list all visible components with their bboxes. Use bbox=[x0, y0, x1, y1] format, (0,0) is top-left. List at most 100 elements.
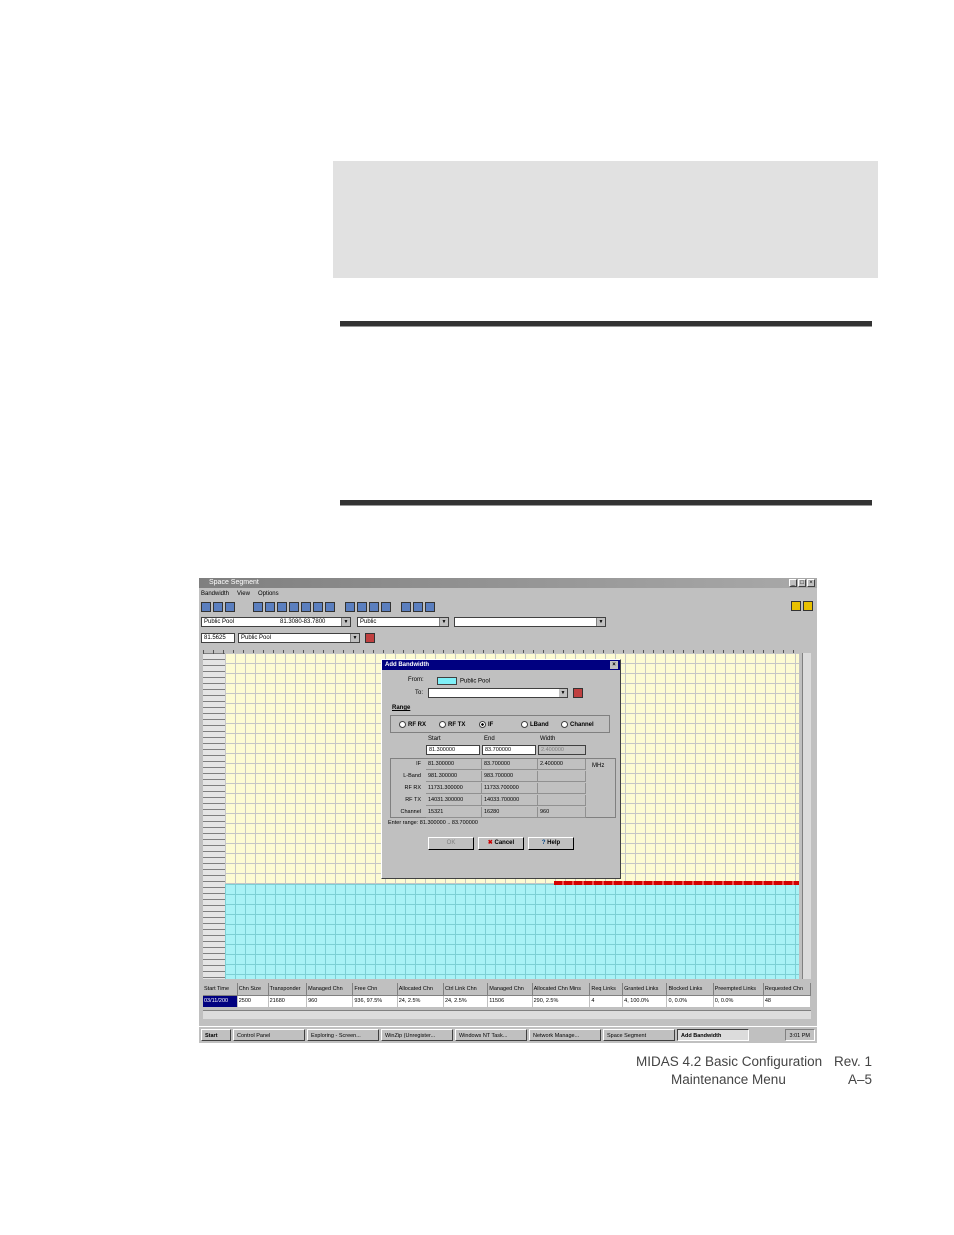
range-group-label: Range bbox=[392, 705, 411, 711]
pool-select-2-value: Public Pool bbox=[241, 635, 272, 641]
menu-bandwidth[interactable]: Bandwidth bbox=[201, 589, 229, 599]
pool-select[interactable]: Public Pool 81.3080-83.7800 ▼ bbox=[201, 617, 351, 627]
close-icon[interactable]: × bbox=[807, 579, 815, 587]
table-cell: 290, 2.5% bbox=[533, 996, 591, 1007]
chevron-down-icon[interactable]: ▼ bbox=[559, 689, 567, 697]
radio-lband[interactable]: LBand bbox=[521, 721, 549, 728]
column-header[interactable]: Allocated Chn Mins bbox=[533, 983, 591, 995]
toolbar bbox=[201, 600, 435, 614]
table-cell: 24, 2.5% bbox=[444, 996, 489, 1007]
frequency-field[interactable]: 81.5625 bbox=[201, 633, 235, 643]
footer-page-number: A–5 bbox=[848, 1072, 873, 1087]
column-header[interactable]: Start Time bbox=[203, 983, 238, 995]
range-cell-start: 14031.300000 bbox=[426, 795, 482, 806]
table-row[interactable]: 03/11/200 2500 21680 960 936, 97.5% 24, 2.5% 2… bbox=[203, 996, 812, 1007]
end-input[interactable]: 83.700000 bbox=[482, 745, 536, 755]
cancel-x-icon: ✖ bbox=[487, 840, 493, 846]
filter-select[interactable]: ▼ bbox=[454, 617, 606, 627]
toolbar-button[interactable] bbox=[425, 602, 435, 612]
toolbar-button[interactable] bbox=[413, 602, 423, 612]
column-header[interactable]: Free Chn bbox=[353, 983, 398, 995]
globe-icon[interactable] bbox=[225, 602, 235, 612]
toolbar-button[interactable] bbox=[401, 602, 411, 612]
network-select[interactable]: Public ▼ bbox=[357, 617, 449, 627]
toolbar-button[interactable] bbox=[277, 602, 287, 612]
divider-bottom bbox=[340, 500, 872, 506]
column-header[interactable]: Req Links bbox=[590, 983, 624, 995]
taskbar-item[interactable]: Control Panel bbox=[233, 1029, 305, 1041]
help-icon[interactable] bbox=[803, 601, 813, 611]
column-header[interactable]: Granted Links bbox=[623, 983, 668, 995]
toolbar-button[interactable] bbox=[345, 602, 355, 612]
column-header[interactable]: Managed Chn bbox=[307, 983, 354, 995]
column-header[interactable]: Preempted Links bbox=[714, 983, 764, 995]
radio-dot bbox=[561, 721, 568, 728]
column-header[interactable]: Managed Chn bbox=[488, 983, 533, 995]
allocated-area bbox=[225, 884, 799, 979]
zoom-in-icon[interactable] bbox=[201, 602, 211, 612]
taskbar-item[interactable]: Space Segment bbox=[603, 1029, 675, 1041]
toolbar-button[interactable] bbox=[301, 602, 311, 612]
ok-button[interactable]: OK bbox=[428, 837, 474, 850]
select-icon[interactable] bbox=[573, 688, 583, 698]
start-button[interactable]: Start bbox=[201, 1029, 231, 1041]
toolbar-button[interactable] bbox=[265, 602, 275, 612]
chevron-down-icon[interactable]: ▼ bbox=[439, 618, 448, 626]
chevron-down-icon[interactable]: ▼ bbox=[350, 634, 359, 642]
toolbar-button[interactable] bbox=[313, 602, 323, 612]
toolbar-button[interactable] bbox=[369, 602, 379, 612]
help-button[interactable]: ? Help bbox=[528, 837, 574, 850]
chevron-down-icon[interactable]: ▼ bbox=[341, 618, 350, 626]
pool-select-2[interactable]: Public Pool ▼ bbox=[238, 633, 360, 643]
chevron-down-icon[interactable]: ▼ bbox=[596, 618, 605, 626]
pool-select-value: Public Pool bbox=[204, 619, 235, 625]
taskbar-item[interactable]: Windows NT Task... bbox=[455, 1029, 527, 1041]
pool-color-swatch bbox=[437, 677, 457, 685]
minimize-icon[interactable]: _ bbox=[789, 579, 797, 587]
menubar: Bandwidth View Options bbox=[201, 589, 279, 599]
radio-rf-tx[interactable]: RF TX bbox=[439, 721, 465, 728]
range-cell-width bbox=[538, 771, 586, 782]
column-header[interactable]: Allocated Chn bbox=[398, 983, 444, 995]
table-cell: 2500 bbox=[238, 996, 269, 1007]
taskbar-item[interactable]: Network Manage... bbox=[529, 1029, 601, 1041]
radio-channel[interactable]: Channel bbox=[561, 721, 594, 728]
screenshot-figure: Space Segment _ □ × Bandwidth View Optio… bbox=[199, 578, 817, 1043]
column-header[interactable]: Chn Size bbox=[238, 983, 269, 995]
start-input[interactable]: 81.300000 bbox=[426, 745, 480, 755]
toolbar-button[interactable] bbox=[381, 602, 391, 612]
close-icon[interactable]: × bbox=[610, 661, 618, 669]
table-cell: 4, 100.0% bbox=[623, 996, 668, 1007]
range-cell-end: 983.700000 bbox=[482, 771, 538, 782]
radio-dot bbox=[479, 721, 486, 728]
column-header[interactable]: Requested Chn bbox=[764, 983, 812, 995]
column-header[interactable]: Ctrl Link Chn bbox=[444, 983, 489, 995]
table-cell: 48 bbox=[764, 996, 812, 1007]
radio-rf-rx[interactable]: RF RX bbox=[399, 721, 426, 728]
taskbar-item[interactable]: WinZip (Unregister... bbox=[381, 1029, 453, 1041]
taskbar-item[interactable]: Add Bandwidth bbox=[677, 1029, 749, 1041]
range-cell-width: 2.400000 bbox=[538, 759, 586, 770]
apply-icon[interactable] bbox=[365, 633, 375, 643]
menu-options[interactable]: Options bbox=[258, 589, 279, 599]
start-label: Start bbox=[428, 736, 441, 742]
from-value: Public Pool bbox=[437, 677, 490, 685]
maximize-icon[interactable]: □ bbox=[798, 579, 806, 587]
toolbar-button[interactable] bbox=[253, 602, 263, 612]
toolbar-button[interactable] bbox=[289, 602, 299, 612]
column-header[interactable]: Blocked Links bbox=[667, 983, 714, 995]
radio-if[interactable]: IF bbox=[479, 721, 493, 728]
range-cell-end: 14033.700000 bbox=[482, 795, 538, 806]
menu-view[interactable]: View bbox=[237, 589, 250, 599]
column-header[interactable]: Transponder bbox=[269, 983, 308, 995]
cancel-button[interactable]: ✖ Cancel bbox=[478, 837, 524, 850]
horizontal-scrollbar[interactable] bbox=[203, 1010, 811, 1019]
vertical-scrollbar[interactable] bbox=[802, 653, 811, 979]
dialog-title: Add Bandwidth bbox=[385, 662, 429, 668]
taskbar-item[interactable]: Exploring - Screen... bbox=[307, 1029, 379, 1041]
zoom-out-icon[interactable] bbox=[213, 602, 223, 612]
to-select[interactable]: ▼ bbox=[428, 688, 568, 698]
check-icon[interactable] bbox=[791, 601, 801, 611]
toolbar-button[interactable] bbox=[325, 602, 335, 612]
toolbar-button[interactable] bbox=[357, 602, 367, 612]
